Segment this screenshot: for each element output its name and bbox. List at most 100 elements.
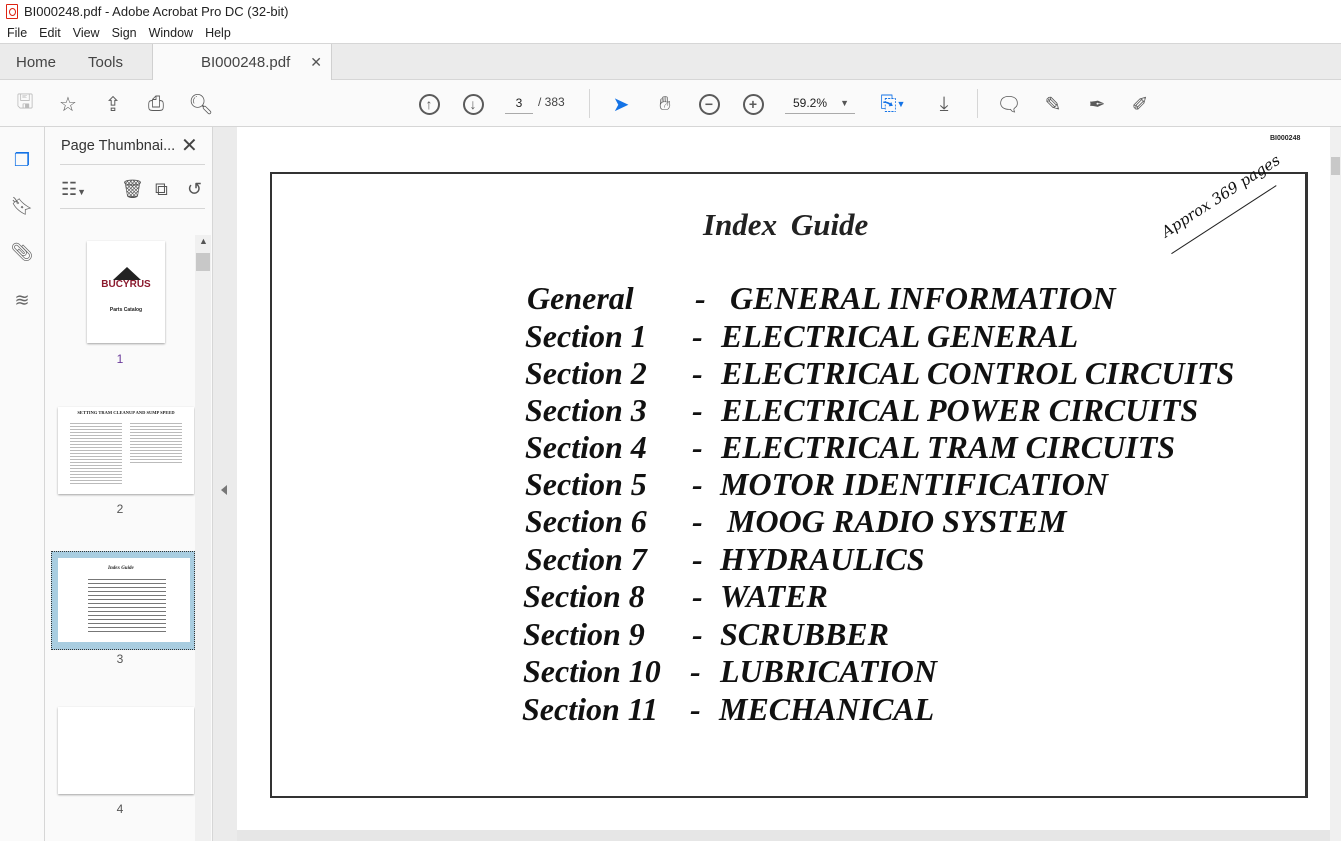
cloud-upload-icon[interactable]: ⇪ (100, 91, 126, 117)
document-scrollbar[interactable] (1330, 127, 1341, 841)
text-lines (88, 576, 166, 634)
page-number-input[interactable]: 3 (505, 94, 533, 114)
menu-window[interactable]: Window (149, 26, 193, 40)
index-dash: - (690, 691, 701, 727)
zoom-select[interactable]: 59.2% ▼ (785, 94, 855, 114)
pdf-page: BI000248 Approx 369 pages Index Guide Ge… (237, 127, 1330, 830)
divider (60, 164, 205, 165)
document-id: BI000248 (1270, 135, 1301, 142)
zoom-out-button[interactable]: − (696, 91, 722, 117)
index-section-label: Section 11 (522, 691, 659, 727)
layers-icon[interactable]: ≋ (11, 289, 33, 311)
tab-bar: Home Tools BI000248.pdf ✕ (0, 43, 1341, 81)
divider (60, 208, 205, 209)
page-thumbnails-icon[interactable]: ❐ (11, 149, 33, 171)
previous-page-button[interactable]: ↑ (416, 91, 442, 117)
title-bar: BI000248.pdf - Adobe Acrobat Pro DC (32-… (0, 0, 1341, 22)
index-section-name: HYDRAULICS (720, 541, 925, 577)
index-dash: - (692, 355, 703, 391)
hand-tool-icon[interactable]: ✋︎ (652, 91, 678, 117)
index-section-label: Section 4 (525, 429, 647, 465)
thumbnail-options-icon[interactable]: ☷▼ (61, 179, 86, 200)
panel-scrollbar[interactable]: ▲ (195, 235, 211, 841)
index-section-name: MOOG RADIO SYSTEM (727, 503, 1067, 539)
index-section-name: WATER (720, 578, 828, 614)
arrow-down-icon: ↓ (462, 93, 484, 115)
delete-page-icon[interactable]: 🗑︎ (121, 179, 144, 200)
attachment-icon[interactable]: 📎︎ (11, 241, 34, 263)
select-pointer-icon[interactable]: ➤ (608, 91, 634, 117)
minus-icon: − (698, 93, 720, 115)
index-dash: - (690, 653, 701, 689)
collapse-panel-icon[interactable] (221, 485, 227, 495)
tab-document-label: BI000248.pdf (201, 54, 291, 71)
divider (589, 89, 590, 118)
insert-page-icon[interactable]: ⧉ (155, 179, 168, 200)
index-dash: - (692, 503, 703, 539)
edit-pdf-icon[interactable]: ✐ (1127, 91, 1153, 117)
next-page-button[interactable]: ↓ (460, 91, 486, 117)
index-dash: - (695, 280, 706, 316)
text-lines (130, 421, 182, 465)
thumbnail-caption: Index Guide (108, 566, 134, 571)
index-section-label: Section 9 (523, 616, 645, 652)
zoom-in-button[interactable]: + (740, 91, 766, 117)
print-icon[interactable]: ⎙ (143, 91, 169, 117)
panel-splitter[interactable] (212, 127, 237, 841)
index-section-label: Section 10 (523, 653, 661, 689)
index-section-name: GENERAL INFORMATION (730, 280, 1116, 316)
close-tab-icon[interactable]: ✕ (310, 54, 322, 71)
divider (977, 89, 978, 118)
left-rail: ❐ 🔖︎ 📎︎ ≋ (0, 127, 45, 841)
bookmark-icon[interactable]: 🔖︎ (11, 195, 34, 217)
thumbnail-page-4[interactable] (58, 707, 194, 794)
tab-home[interactable]: Home (16, 44, 56, 80)
window-title: BI000248.pdf - Adobe Acrobat Pro DC (32-… (24, 3, 289, 19)
comment-icon[interactable]: 🗨︎ (996, 91, 1022, 117)
index-section-label: Section 7 (525, 541, 647, 577)
page-total: / 383 (538, 95, 565, 109)
index-section-label: Section 8 (523, 578, 645, 614)
scrollbar-thumb[interactable] (1331, 157, 1340, 175)
sign-pen-icon[interactable]: ✒︎ (1084, 91, 1110, 117)
index-section-name: ELECTRICAL POWER CIRCUITS (721, 392, 1199, 428)
scroll-up-icon[interactable]: ▲ (199, 236, 208, 246)
text-lines (70, 421, 122, 485)
thumbnail-caption: Parts Catalog (109, 307, 143, 313)
rotate-icon[interactable]: ↺ (187, 179, 202, 200)
page-fit-icon[interactable]: ⎘ ▼ (874, 91, 912, 117)
thumbnails-panel: Page Thumbnai... ✕ ☷▼ 🗑︎ ⧉ ↺ BUCYRUS Par… (45, 127, 212, 841)
tab-tools[interactable]: Tools (88, 44, 123, 80)
plus-icon: + (742, 93, 764, 115)
menu-view[interactable]: View (73, 26, 100, 40)
highlight-pen-icon[interactable]: ✎ (1040, 91, 1066, 117)
thumbnail-page-3-selected[interactable]: Index Guide (51, 551, 195, 650)
star-icon[interactable]: ☆ (55, 91, 81, 117)
menu-edit[interactable]: Edit (39, 26, 61, 40)
save-icon[interactable]: 🖫 (12, 91, 38, 117)
thumbnail-page-1[interactable]: BUCYRUS Parts Catalog (87, 241, 165, 343)
search-icon[interactable]: 🔍︎ (188, 91, 214, 117)
thumbnail-label: 4 (116, 802, 124, 816)
index-section-name: SCRUBBER (720, 616, 889, 652)
acrobat-pdf-icon (6, 3, 18, 19)
index-dash: - (692, 578, 703, 614)
thumbnail-list: BUCYRUS Parts Catalog 1 SETTING TRAM CLE… (45, 237, 195, 841)
index-section-label: General (527, 280, 634, 316)
toolbar: 🖫 ☆ ⇪ ⎙ 🔍︎ ↑ ↓ 3 / 383 ➤ ✋︎ − + 59.2% ▼ ⎘… (0, 80, 1341, 127)
scroll-mode-icon[interactable]: ⤓ (931, 91, 957, 117)
index-dash: - (692, 318, 703, 354)
thumbnail-label: 1 (116, 352, 124, 366)
thumbnail-page-2[interactable]: SETTING TRAM CLEANUP AND SUMP SPEED (58, 407, 194, 494)
menu-file[interactable]: File (7, 26, 27, 40)
index-section-label: Section 5 (525, 466, 647, 502)
menu-help[interactable]: Help (205, 26, 231, 40)
thumbnail-label: 2 (116, 502, 124, 516)
scrollbar-thumb[interactable] (196, 253, 210, 271)
index-section-label: Section 1 (525, 318, 647, 354)
menu-sign[interactable]: Sign (112, 26, 137, 40)
chevron-down-icon: ▼ (840, 98, 849, 108)
close-panel-icon[interactable]: ✕ (181, 133, 198, 158)
tab-document[interactable]: BI000248.pdf ✕ (152, 44, 332, 81)
index-section-label: Section 2 (525, 355, 647, 391)
